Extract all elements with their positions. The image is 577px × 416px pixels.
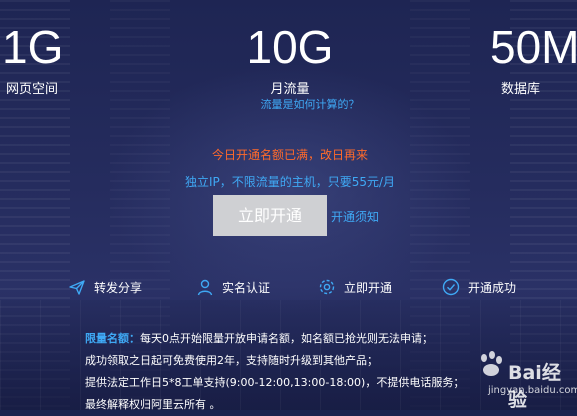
step-label: 实名认证	[222, 280, 271, 295]
stat-web-space: 1G 网页空间	[0, 24, 80, 97]
step-label: 开通成功	[468, 280, 517, 295]
traffic-calc-link[interactable]: 流量是如何计算的？	[220, 96, 400, 112]
step-label: 转发分享	[94, 280, 143, 295]
step-label: 立即开通	[344, 280, 393, 295]
open-notice-link[interactable]: 开通须知	[331, 208, 379, 225]
stat-database: 50M 数据库	[490, 24, 577, 97]
check-circle-icon	[442, 278, 460, 296]
quota-full-message: 今日开通名额已满，改日再来	[211, 148, 368, 162]
baidu-paw-icon	[481, 351, 502, 376]
rules-line-1: 限量名额：每天0点开始限量开放申请名额，如名额已抢光则无法申请；	[85, 332, 433, 345]
step-success: 开通成功	[442, 276, 516, 298]
rules-heading: 限量名额：	[85, 332, 140, 345]
step-share: 转发分享	[68, 276, 142, 298]
process-steps: 转发分享 实名认证 立即开通 开通成功	[68, 276, 528, 298]
stat-value: 1G	[2, 21, 64, 73]
gear-icon	[319, 279, 335, 295]
stat-value: 10G	[246, 21, 334, 73]
open-now-button[interactable]: 立即开通	[213, 195, 327, 236]
user-icon	[197, 279, 213, 296]
rules-line-4: 最终解释权归阿里云所有 。	[85, 398, 221, 411]
stat-label: 数据库	[501, 82, 541, 97]
watermark-url: jingyan.baidu.com	[488, 385, 577, 396]
step-verify: 实名认证	[196, 276, 270, 298]
product-tagline: 独立IP，不限流量的主机，只要55元/月	[184, 175, 396, 189]
stat-value: 50M	[490, 21, 577, 73]
stat-label: 网页空间	[6, 82, 59, 97]
stat-monthly-traffic: 10G 月流量	[230, 24, 350, 97]
step-open: 立即开通	[318, 276, 392, 298]
stat-label: 月流量	[270, 82, 310, 97]
share-icon	[69, 280, 85, 295]
